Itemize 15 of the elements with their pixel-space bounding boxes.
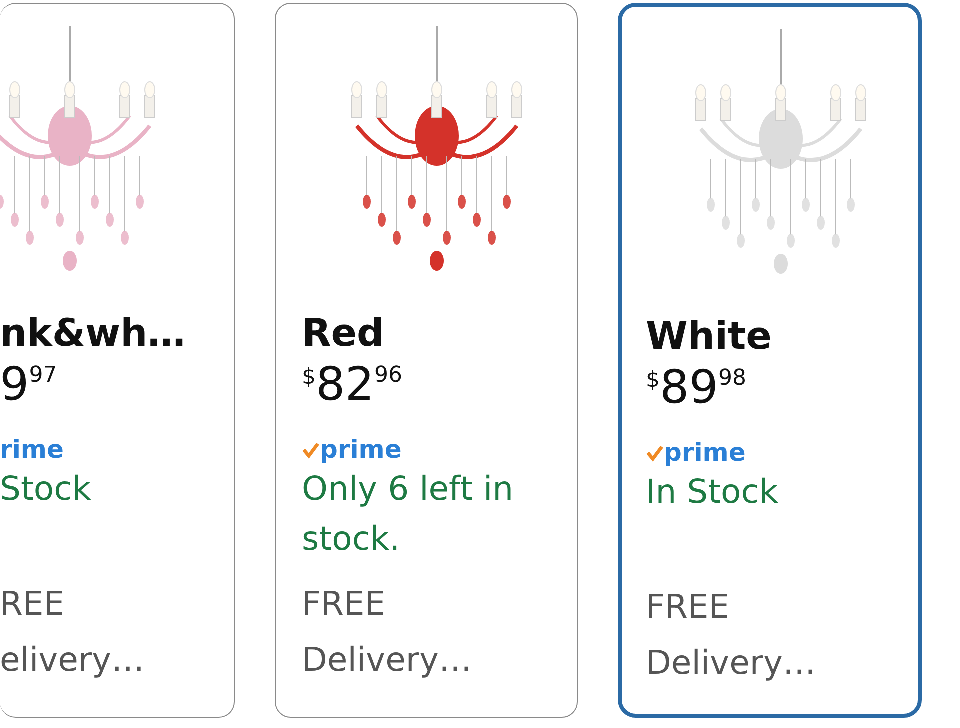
- shipping-label: REE: [0, 583, 66, 625]
- prime-label: prime: [664, 438, 746, 467]
- stock-status: In Stock: [646, 472, 778, 511]
- product-name: nk&wh…: [0, 311, 187, 355]
- product-name: Red: [302, 311, 386, 355]
- prime-label: prime: [320, 435, 402, 464]
- stock-status: Only 6 left in stock.: [302, 469, 514, 558]
- shipping-label: FREE: [302, 583, 387, 625]
- delivery-label: Delivery…: [302, 639, 473, 681]
- stock-status: Stock: [0, 469, 92, 508]
- delivery-label: elivery…: [0, 639, 146, 681]
- prime-label: rime: [0, 435, 64, 464]
- product-name: White: [646, 314, 773, 358]
- delivery-label: Delivery…: [646, 642, 817, 684]
- shipping-label: FREE: [646, 586, 731, 628]
